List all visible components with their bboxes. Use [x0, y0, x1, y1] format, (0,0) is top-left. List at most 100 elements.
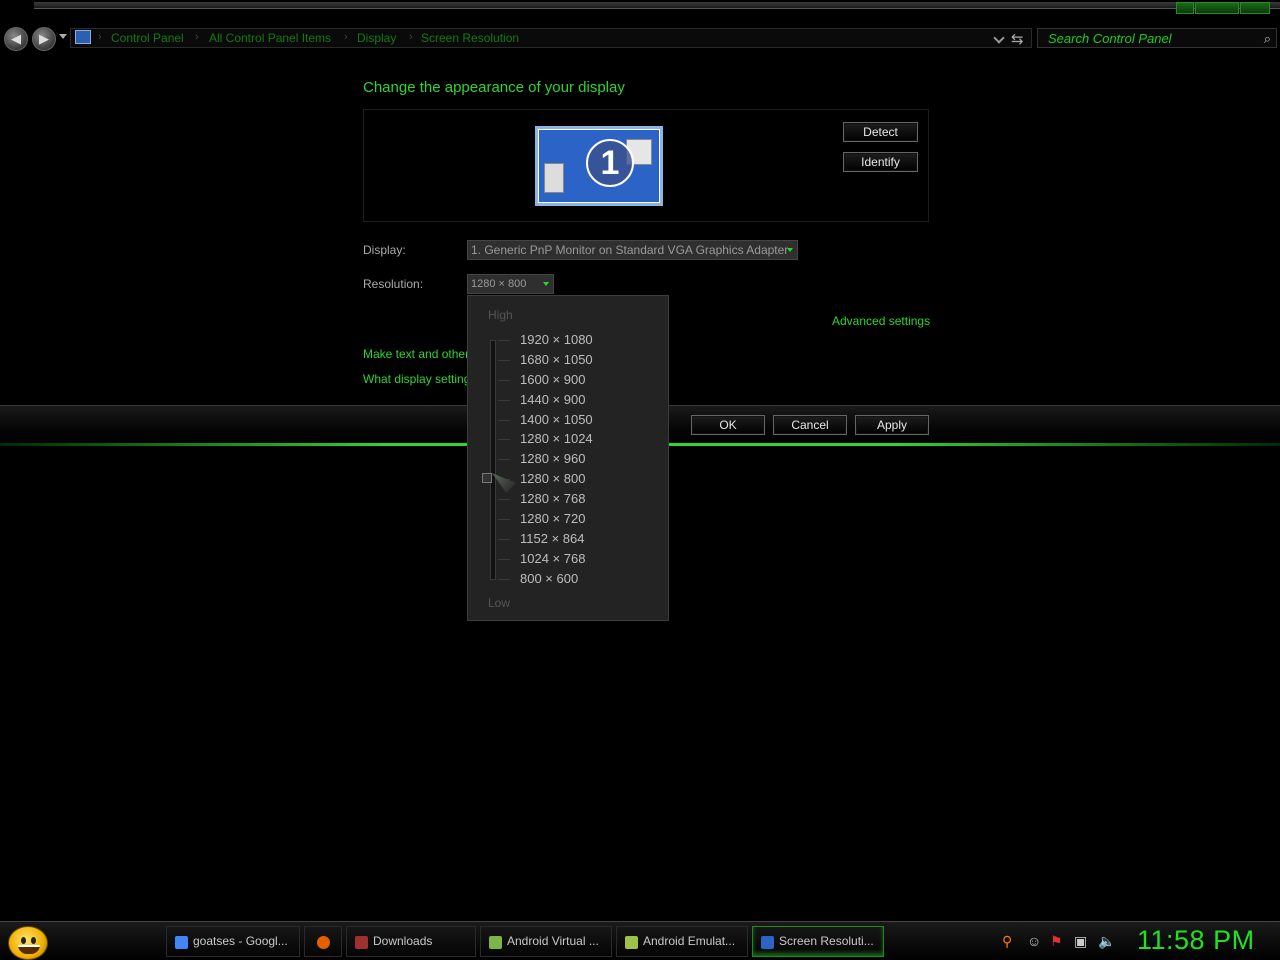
- smiley-eye-icon: [31, 937, 36, 944]
- apply-button[interactable]: Apply: [855, 415, 929, 435]
- back-button[interactable]: ◀: [4, 27, 28, 51]
- chevron-down-icon: [543, 282, 549, 286]
- resolution-label: Resolution:: [363, 277, 424, 291]
- recent-pages-dropdown[interactable]: [59, 34, 67, 39]
- refresh-icon[interactable]: ⇆: [1011, 30, 1024, 48]
- slider-tick: [498, 459, 510, 461]
- resolution-option-label: 1600 × 900: [520, 371, 586, 387]
- chevron-down-icon: [787, 248, 793, 252]
- resolution-option[interactable]: 1600 × 900: [468, 370, 668, 390]
- resolution-option-label: 1152 × 864: [520, 530, 585, 546]
- ok-button[interactable]: OK: [691, 415, 765, 435]
- resolution-high-label: High: [488, 308, 513, 322]
- advanced-settings-link[interactable]: Advanced settings: [832, 314, 930, 328]
- android-emulator-icon: [625, 936, 638, 949]
- resolution-option-label: 1280 × 1024: [520, 431, 593, 447]
- breadcrumb-all-items[interactable]: All Control Panel Items: [209, 31, 331, 45]
- resolution-option-label: 1280 × 960: [520, 451, 586, 467]
- action-center-flag-icon[interactable]: ⚑: [1050, 933, 1063, 950]
- start-button[interactable]: [8, 926, 48, 960]
- taskbar-button-label: Downloads: [373, 934, 433, 948]
- display-icon: [761, 936, 774, 949]
- breadcrumb-separator: ›: [98, 31, 102, 43]
- clock[interactable]: 11:58 PM: [1137, 925, 1255, 956]
- breadcrumb-display[interactable]: Display: [357, 31, 396, 45]
- identify-button[interactable]: Identify: [843, 152, 918, 172]
- resolution-option-label: 1024 × 768: [520, 550, 586, 566]
- resolution-option-label: 1280 × 800: [520, 471, 586, 487]
- address-history-chevron-icon[interactable]: [993, 32, 1005, 44]
- minimize-button[interactable]: [1176, 2, 1194, 14]
- slider-tick: [498, 379, 510, 381]
- monitor-1-thumbnail[interactable]: 1: [535, 126, 663, 206]
- resolution-option-label: 1440 × 900: [520, 391, 586, 407]
- resolution-option[interactable]: 1920 × 1080: [468, 330, 668, 350]
- slider-tick: [498, 519, 510, 521]
- forward-button[interactable]: ▶: [32, 27, 56, 51]
- breadcrumb-separator: ›: [344, 31, 348, 43]
- android-sdk-icon: [489, 936, 502, 949]
- taskbar-button-label: Android Emulat...: [643, 934, 736, 948]
- slider-tick: [498, 538, 510, 540]
- detect-button[interactable]: Detect: [843, 122, 918, 142]
- slider-tick: [498, 419, 510, 421]
- back-arrow-icon: ◀: [11, 31, 21, 46]
- taskbar: goatses - Googl... Downloads Android Virtu…: [0, 921, 1280, 960]
- resolution-option[interactable]: 1440 × 900: [468, 390, 668, 410]
- maximize-button[interactable]: [1195, 2, 1239, 14]
- page-title: Change the appearance of your display: [363, 79, 625, 96]
- search-icon[interactable]: ⌕: [1264, 31, 1271, 47]
- taskbar-button[interactable]: [304, 926, 342, 957]
- taskbar-button[interactable]: Android Emulat...: [616, 926, 748, 957]
- close-button[interactable]: [1240, 2, 1270, 14]
- taskbar-button[interactable]: goatses - Googl...: [166, 926, 300, 957]
- resolution-select-value: 1280 × 800: [471, 278, 527, 290]
- cancel-button[interactable]: Cancel: [773, 415, 847, 435]
- resolution-low-label: Low: [488, 596, 511, 610]
- search-input[interactable]: Search Control Panel: [1048, 31, 1172, 46]
- forward-arrow-icon: ▶: [39, 31, 49, 46]
- volume-icon[interactable]: 🔈: [1098, 933, 1115, 950]
- messenger-tray-icon[interactable]: ☺: [1027, 933, 1041, 949]
- taskbar-button[interactable]: Screen Resoluti...: [752, 926, 884, 957]
- taskbar-button-label: Android Virtual ...: [507, 934, 599, 948]
- resolution-option[interactable]: 1280 × 960: [468, 449, 668, 469]
- resolution-option[interactable]: 1280 × 720: [468, 509, 668, 529]
- resolution-option-label: 1400 × 1050: [520, 411, 593, 427]
- window-preview-icon: [544, 163, 564, 193]
- resolution-options-list: 1920 × 1080 1680 × 1050 1600 × 900 1440 × 9…: [468, 330, 668, 589]
- search-box[interactable]: Search Control Panel ⌕: [1037, 28, 1277, 48]
- resolution-option[interactable]: 800 × 600: [468, 569, 668, 589]
- navigation-bar: ◀ ▶ › Control Panel › All Control Panel …: [0, 24, 1280, 52]
- taskbar-button[interactable]: Android Virtual ...: [480, 926, 612, 957]
- address-bar[interactable]: › Control Panel › All Control Panel Item…: [70, 28, 1032, 48]
- slider-tick: [498, 340, 510, 341]
- display-settings-help-link[interactable]: What display setting: [363, 372, 470, 386]
- downloads-icon: [355, 936, 368, 949]
- window-controls: [1176, 2, 1270, 16]
- display-label: Display:: [363, 243, 406, 257]
- search-tray-icon[interactable]: ⚲: [1002, 933, 1012, 950]
- breadcrumb-screen-resolution[interactable]: Screen Resolution: [421, 31, 519, 45]
- resolution-option[interactable]: 1152 × 864: [468, 529, 668, 549]
- resolution-slider-thumb[interactable]: [482, 471, 518, 495]
- smiley-mouth-icon: [18, 945, 40, 954]
- resolution-option[interactable]: 1680 × 1050: [468, 350, 668, 370]
- slider-pointer-icon: [492, 473, 516, 493]
- display-select[interactable]: 1. Generic PnP Monitor on Standard VGA G…: [467, 240, 798, 260]
- breadcrumb-control-panel[interactable]: Control Panel: [111, 31, 184, 45]
- resolution-option-label: 1280 × 768: [520, 491, 586, 507]
- taskbar-button-label: goatses - Googl...: [193, 934, 288, 948]
- resolution-option-label: 1920 × 1080: [520, 332, 593, 347]
- resolution-select[interactable]: 1280 × 800: [467, 274, 554, 294]
- resolution-option-label: 1680 × 1050: [520, 351, 593, 367]
- resolution-option[interactable]: 1024 × 768: [468, 549, 668, 569]
- control-panel-icon: [75, 30, 91, 44]
- resolution-dropdown: High 1920 × 1080 1680 × 1050 1600 × 900 144…: [467, 295, 669, 621]
- taskbar-button[interactable]: Downloads: [346, 926, 476, 957]
- slider-tick: [498, 499, 510, 501]
- network-tray-icon[interactable]: ▣: [1074, 933, 1087, 950]
- resolution-option[interactable]: 1280 × 1024: [468, 429, 668, 449]
- text-size-link[interactable]: Make text and other: [363, 347, 469, 361]
- resolution-option[interactable]: 1400 × 1050: [468, 410, 668, 430]
